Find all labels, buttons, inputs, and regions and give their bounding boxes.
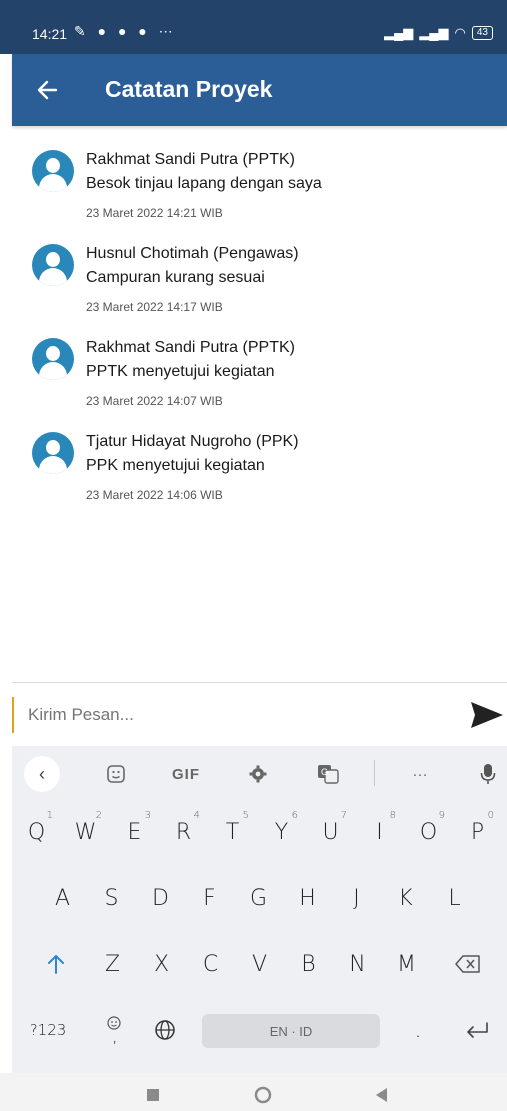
key-y[interactable]: Y6 [257,804,306,860]
shift-arrow-icon[interactable] [30,936,82,992]
send-icon[interactable] [469,699,505,731]
avatar-icon [32,244,74,286]
page-title: Catatan Proyek [105,76,273,102]
note-author: Rakhmat Sandi Putra (PPTK) [86,339,295,356]
avatar-icon [32,150,74,192]
list-item: Tjatur Hidayat Nugroho (PPK) PPK menyetu… [0,422,507,512]
microphone-icon[interactable] [474,756,502,792]
key-s[interactable]: S [87,870,136,926]
list-item: Rakhmat Sandi Putra (PPTK) PPTK menyetuj… [0,328,507,418]
key-d[interactable]: D [136,870,185,926]
key-u[interactable]: U7 [306,804,355,860]
note-message: PPK menyetujui kegiatan [86,457,265,474]
period-key[interactable]: . [396,1002,440,1058]
back-triangle-icon[interactable] [372,1085,392,1105]
list-item: Husnul Chotimah (Pengawas) Campuran kura… [0,234,507,324]
key-k[interactable]: K [381,870,430,926]
key-j[interactable]: J [332,870,381,926]
key-l[interactable]: L [430,870,479,926]
more-icon[interactable]: ··· [402,756,438,792]
status-time: 14:21 [32,26,68,42]
key-n[interactable]: N [333,936,382,992]
sticker-icon[interactable] [98,756,134,792]
avatar-icon [32,338,74,380]
app-bar: Catatan Proyek [12,54,507,126]
keyboard-row-2: A S D F G H J K L [12,870,507,926]
key-o[interactable]: O9 [404,804,453,860]
home-icon[interactable] [253,1085,273,1105]
notification-icons: ✎ ● ● ● ⋯ [74,23,177,39]
key-h[interactable]: H [283,870,332,926]
keyboard-row-3: Z X C V B N M [12,936,507,992]
note-author: Rakhmat Sandi Putra (PPTK) [86,151,295,168]
key-r[interactable]: R4 [159,804,208,860]
keyboard-toolbar: ‹ GIF G ··· [12,746,507,802]
key-w[interactable]: W2 [61,804,110,860]
note-message: PPTK menyetujui kegiatan [86,363,275,380]
key-v[interactable]: V [235,936,284,992]
key-z[interactable]: Z [88,936,137,992]
note-author: Tjatur Hidayat Nugroho (PPK) [86,433,299,450]
note-timestamp: 23 Maret 2022 14:07 WIB [86,394,223,408]
key-g[interactable]: G [234,870,283,926]
status-right-icons: ▂▄▆ ▂▄▆ ◠ 43 [384,25,493,41]
key-c[interactable]: C [186,936,235,992]
key-e[interactable]: E3 [110,804,159,860]
status-bar: 14:21 ✎ ● ● ● ⋯ ▂▄▆ ▂▄▆ ◠ 43 [0,0,507,54]
globe-icon[interactable] [142,1002,188,1058]
key-i[interactable]: I8 [355,804,404,860]
system-nav-bar [0,1073,507,1111]
symbols-key[interactable]: ?123 [20,1002,76,1058]
key-t[interactable]: T5 [208,804,257,860]
wifi-icon: ◠ [454,25,466,40]
gear-icon[interactable] [240,756,276,792]
battery-icon: 43 [471,26,493,40]
enter-icon[interactable] [452,1002,502,1058]
message-input[interactable] [12,697,452,733]
svg-text:G: G [321,767,328,777]
space-bar[interactable]: EN · ID [202,1014,380,1048]
back-arrow-icon[interactable] [34,70,66,110]
note-author: Husnul Chotimah (Pengawas) [86,245,299,262]
translate-icon[interactable]: G [310,756,346,792]
list-item: Rakhmat Sandi Putra (PPTK) Besok tinjau … [0,140,507,230]
keyboard-row-1: Q1 W2 E3 R4 T5 Y6 U7 I8 O9 P0 [12,804,507,860]
key-q[interactable]: Q1 [12,804,61,860]
signal-icon: ▂▄▆ [384,25,414,40]
key-m[interactable]: M [382,936,431,992]
avatar-icon [32,432,74,474]
note-message: Besok tinjau lapang dengan saya [86,175,322,192]
message-composer [12,682,507,746]
key-f[interactable]: F [185,870,234,926]
toolbar-divider [374,760,375,786]
emoji-comma-key[interactable]: , [94,1002,134,1058]
signal-icon-2: ▂▄▆ [419,25,449,40]
note-timestamp: 23 Maret 2022 14:06 WIB [86,488,223,502]
key-a[interactable]: A [38,870,87,926]
key-b[interactable]: B [284,936,333,992]
key-p[interactable]: P0 [453,804,502,860]
note-timestamp: 23 Maret 2022 14:17 WIB [86,300,223,314]
keyboard-row-4: ?123 , EN · ID . [12,1002,507,1058]
recents-icon[interactable] [143,1085,163,1105]
chevron-left-icon[interactable]: ‹ [24,756,60,792]
note-timestamp: 23 Maret 2022 14:21 WIB [86,206,223,220]
note-message: Campuran kurang sesuai [86,269,265,286]
gif-button[interactable]: GIF [164,756,208,792]
key-x[interactable]: X [137,936,186,992]
soft-keyboard: ‹ GIF G ··· Q1 W2 E3 R4 T5 Y6 U7 I8 O9 P… [12,746,507,1073]
backspace-icon[interactable] [440,936,496,992]
